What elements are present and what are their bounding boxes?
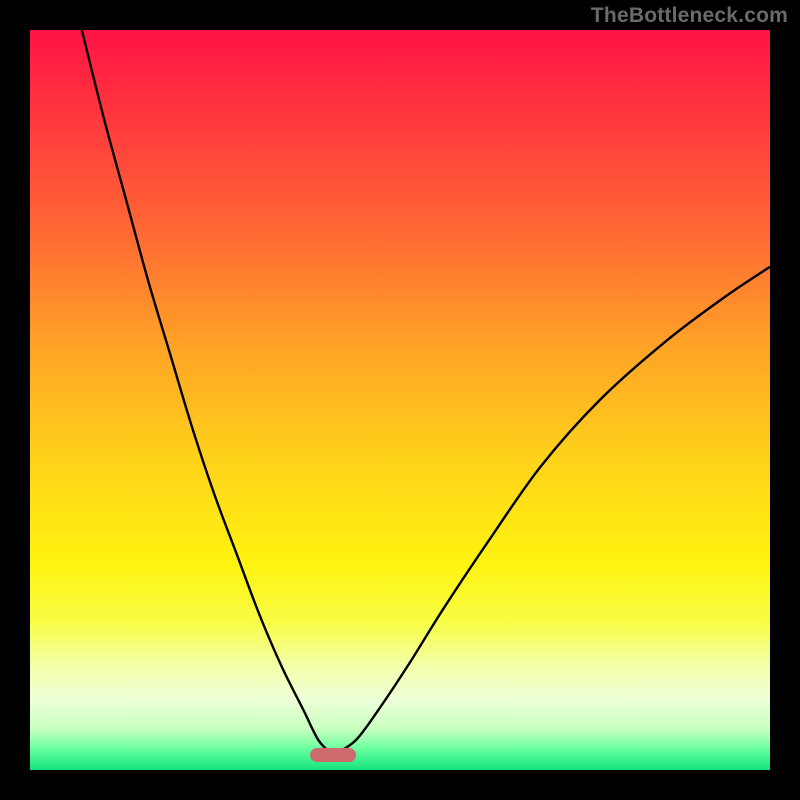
watermark-text: TheBottleneck.com — [591, 4, 788, 28]
bottleneck-curve — [30, 30, 770, 770]
curve-right-branch — [333, 267, 770, 755]
optimal-point-marker — [310, 748, 356, 762]
chart-frame: TheBottleneck.com — [0, 0, 800, 800]
curve-left-branch — [82, 30, 334, 755]
plot-area — [30, 30, 770, 770]
